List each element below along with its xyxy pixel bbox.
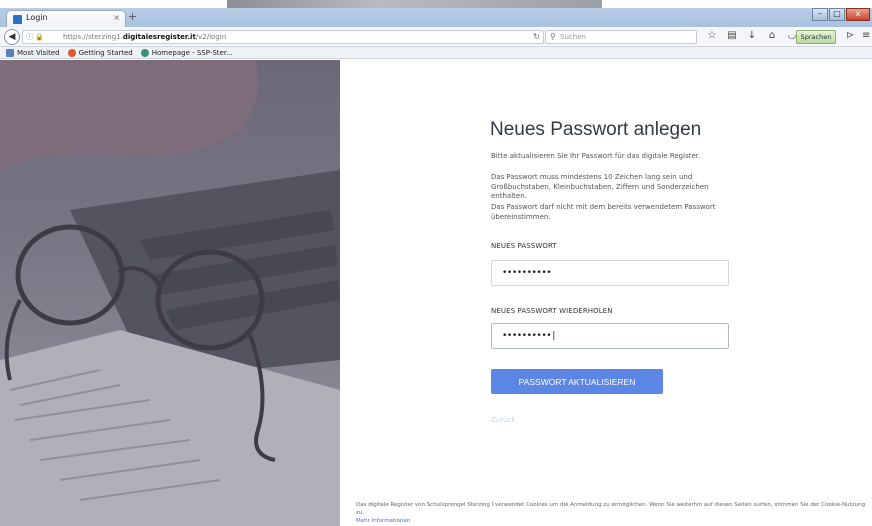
intro-text: Bitte aktualisieren Sie Ihr Passwort für… [491,152,701,160]
new-password-input[interactable]: •••••••••• [491,260,729,286]
bookmark-most-visited[interactable]: Most Visited [6,48,60,57]
favicon-icon [13,15,22,24]
home-icon[interactable]: ⌂ [766,30,778,42]
back-link[interactable]: Zurück [491,416,515,424]
background-photo [0,60,340,526]
password-panel: Neues Passwort anlegen Bitte aktualisier… [340,60,872,526]
new-tab-button[interactable]: + [128,11,137,23]
glasses-desk-image [0,60,340,526]
menu-icon[interactable]: ≡ [862,30,870,42]
page-content: Neues Passwort anlegen Bitte aktualisier… [0,60,872,526]
bookmark-getting-started[interactable]: Getting Started [67,48,133,57]
addon-icon[interactable]: ⊳ [846,30,854,42]
bookmarks-bar: Most Visited Getting Started Homepage - … [0,47,872,59]
folder-icon [6,48,14,57]
lock-icon[interactable]: ⓘ 🔒 [26,31,44,43]
tab-bar: Login × + – □ x [0,8,872,28]
search-icon: ⚲ [550,32,556,41]
back-arrow-icon[interactable]: ◀ [4,29,20,45]
password-rule-reuse: Das Passwort darf nicht mit dem bereits … [491,203,716,221]
url-bar[interactable]: ⓘ 🔒 https://sterzing1.digitalesregister.… [22,30,544,44]
reading-list-icon[interactable]: ▤ [726,30,738,42]
new-password-label: NEUES PASSWORT [491,242,557,250]
search-bar[interactable]: ⚲ Suchen [545,30,697,44]
cookie-notice: Das digitale Register von Schulsprengel … [356,501,871,525]
toolbar-icons: ☆ ▤ ↓ ⌂ ◡ [706,30,798,42]
tab-title: Login [26,13,48,22]
close-tab-icon[interactable]: × [113,13,120,22]
search-placeholder: Suchen [560,33,586,41]
repeat-password-label: NEUES PASSWORT WIEDERHOLEN [491,307,613,315]
close-window-button[interactable]: x [846,8,870,21]
window-controls: – □ x [811,8,870,21]
page-title: Neues Passwort anlegen [490,119,702,140]
bookmark-star-icon[interactable]: ☆ [706,30,718,42]
globe-icon [140,48,149,57]
minimize-button[interactable]: – [812,8,828,21]
reload-icon[interactable]: ↻ [533,31,540,43]
update-password-button[interactable]: PASSWORT AKTUALISIEREN [491,369,663,394]
maximize-button[interactable]: □ [829,8,845,21]
cookie-notice-text: Das digitale Register von Schulsprengel … [356,502,866,516]
download-icon[interactable]: ↓ [746,30,758,42]
repeat-password-input[interactable]: ••••••••••| [491,323,729,349]
language-button[interactable]: Sprachen [796,30,836,44]
bookmark-homepage[interactable]: Homepage - SSP-Ster... [140,48,233,57]
url-text: https://sterzing1.digitalesregister.it/v… [63,33,227,41]
more-info-link[interactable]: Mehr Informationen [356,518,410,524]
password-rule-length: Das Passwort muss mindestens 10 Zeichen … [491,173,709,200]
firefox-icon [67,48,76,57]
tab-login[interactable]: Login × [6,10,126,28]
nav-bar: ◀ ⓘ 🔒 https://sterzing1.digitalesregiste… [0,27,872,47]
